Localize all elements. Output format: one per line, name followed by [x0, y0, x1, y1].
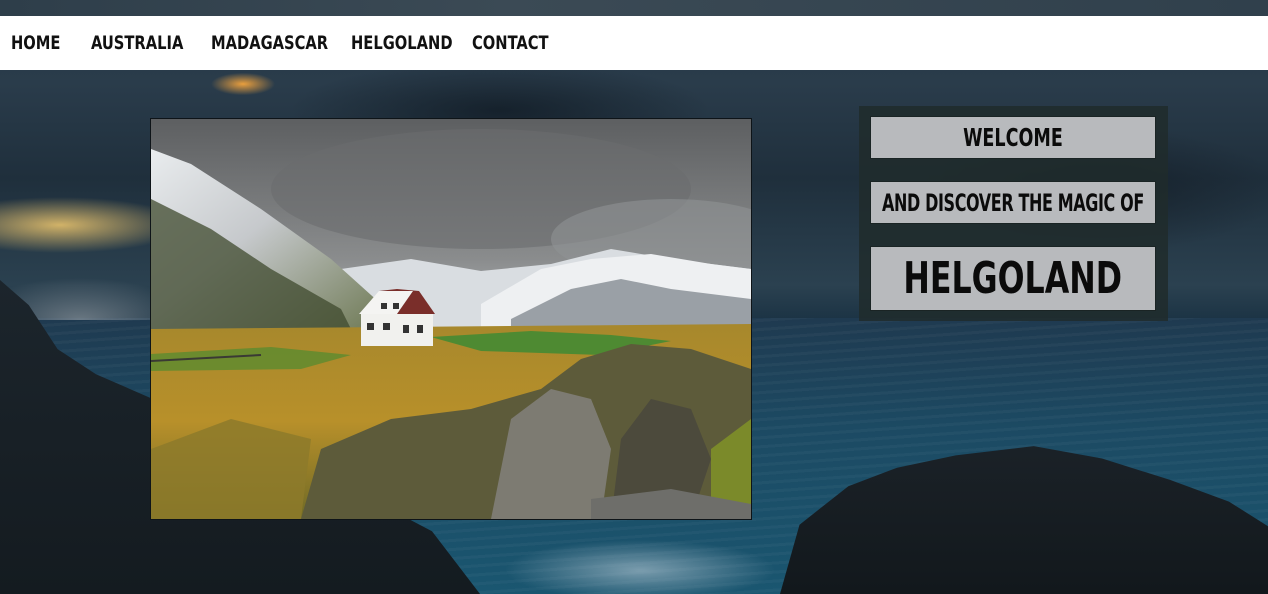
background-foam — [460, 520, 820, 594]
nav-link-home[interactable]: HOME — [11, 32, 60, 54]
destination-title: HELGOLAND — [903, 253, 1123, 304]
welcome-box: WELCOME — [870, 116, 1156, 159]
hero-landscape-image — [150, 118, 752, 520]
landscape-illustration — [151, 119, 751, 519]
welcome-text: WELCOME — [963, 123, 1063, 152]
nav-link-madagascar[interactable]: MADAGASCAR — [211, 32, 328, 54]
nav-list: HOME AUSTRALIA MADAGASCAR HELGOLAND CONT… — [0, 16, 1268, 70]
nav-link-australia[interactable]: AUSTRALIA — [91, 32, 183, 54]
main-navigation: HOME AUSTRALIA MADAGASCAR HELGOLAND CONT… — [0, 16, 1268, 70]
welcome-panel: WELCOME AND DISCOVER THE MAGIC OF HELGOL… — [859, 106, 1168, 321]
background-top-strip — [0, 0, 1268, 16]
nav-link-helgoland[interactable]: HELGOLAND — [351, 32, 453, 54]
nav-link-contact[interactable]: CONTACT — [472, 32, 549, 54]
subtitle-box: AND DISCOVER THE MAGIC OF — [870, 181, 1156, 224]
destination-box: HELGOLAND — [870, 246, 1156, 311]
subtitle-text: AND DISCOVER THE MAGIC OF — [882, 188, 1144, 217]
